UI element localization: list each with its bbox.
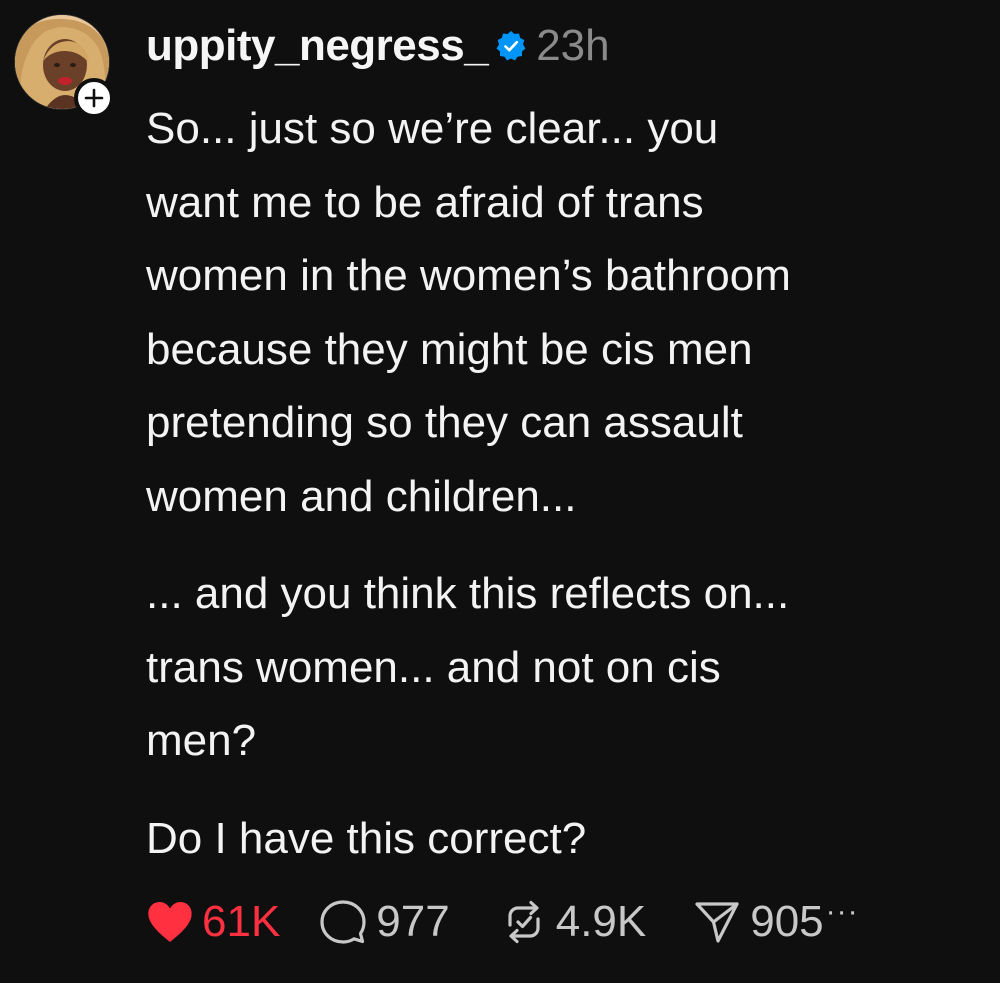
post-timestamp: 23h: [536, 21, 610, 70]
heart-icon: [148, 902, 192, 942]
post-body: So... just so we’re clear... you want me…: [146, 92, 986, 875]
repost-icon: [508, 900, 540, 944]
thread-post: uppity_negress_ 23h So... just so we’re …: [0, 0, 1000, 983]
post-paragraph-2: ... and you think this reflects on... tr…: [146, 569, 790, 765]
post-paragraph-1: So... just so we’re clear... you want me…: [146, 104, 791, 521]
post-paragraph-3: Do I have this correct?: [146, 813, 587, 863]
reply-button[interactable]: 977: [320, 892, 450, 952]
share-button[interactable]: 905: [694, 892, 824, 952]
author-avatar-wrapper[interactable]: [14, 14, 114, 118]
like-button[interactable]: 61K: [146, 892, 280, 952]
send-icon: [695, 902, 739, 943]
post-header: uppity_negress_ 23h: [146, 18, 610, 74]
post-actions-bar: 61K 977 4.9K 905 ···: [146, 892, 859, 952]
share-count: 905: [750, 897, 824, 946]
username-link[interactable]: uppity_negress_: [146, 21, 489, 71]
comment-icon: [320, 900, 366, 944]
reply-count: 977: [376, 897, 450, 946]
repost-button[interactable]: 4.9K: [502, 892, 647, 952]
plus-icon: [84, 88, 104, 108]
like-count: 61K: [202, 897, 281, 946]
verified-badge-icon: [494, 29, 528, 63]
repost-count: 4.9K: [555, 897, 647, 946]
follow-button[interactable]: [74, 78, 114, 118]
more-options-icon[interactable]: ···: [826, 897, 859, 927]
